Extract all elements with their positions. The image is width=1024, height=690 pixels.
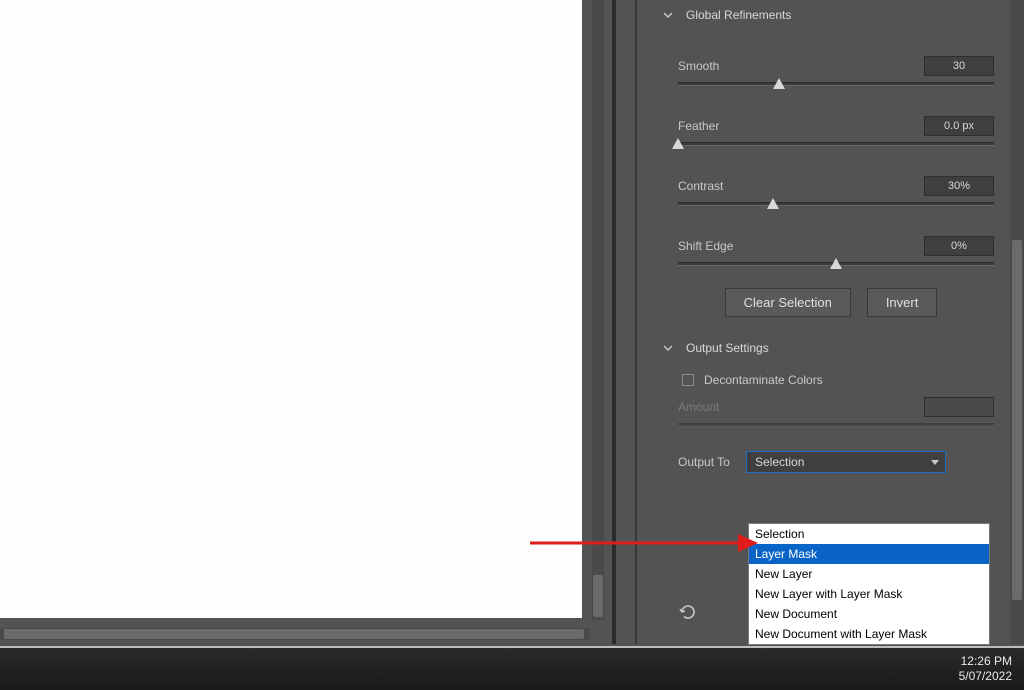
feather-value[interactable]: 0.0 px <box>924 116 994 136</box>
shift-edge-slider[interactable] <box>678 262 994 266</box>
shift-edge-value[interactable]: 0% <box>924 236 994 256</box>
amount-slider <box>678 423 994 427</box>
panel-divider <box>635 0 637 644</box>
feather-slider[interactable] <box>678 142 994 146</box>
taskbar-time: 12:26 PM <box>959 654 1012 669</box>
taskbar[interactable]: 12:26 PM 5/07/2022 <box>0 646 1024 690</box>
panel-scrollbar[interactable] <box>1010 0 1024 644</box>
scrollbar-thumb[interactable] <box>593 575 603 617</box>
dropdown-option[interactable]: New Document with Layer Mask <box>749 624 989 644</box>
slider-thumb[interactable] <box>672 138 684 149</box>
panel-divider[interactable] <box>612 0 616 644</box>
decontaminate-colors-checkbox[interactable]: Decontaminate Colors <box>682 373 1024 387</box>
smooth-slider[interactable] <box>678 82 994 86</box>
output-settings-header[interactable]: Output Settings <box>638 333 1024 363</box>
amount-label: Amount <box>678 400 719 414</box>
canvas[interactable] <box>0 0 582 618</box>
dropdown-option[interactable]: New Layer <box>749 564 989 584</box>
contrast-control: Contrast 30% <box>678 176 994 206</box>
section-title: Global Refinements <box>686 8 791 22</box>
slider-thumb[interactable] <box>767 198 779 209</box>
canvas-area <box>0 0 604 644</box>
contrast-slider[interactable] <box>678 202 994 206</box>
taskbar-clock[interactable]: 12:26 PM 5/07/2022 <box>959 654 1012 684</box>
dropdown-option[interactable]: New Document <box>749 604 989 624</box>
chevron-down-icon <box>931 460 939 465</box>
output-to-dropdown[interactable]: SelectionLayer MaskNew LayerNew Layer wi… <box>748 523 990 645</box>
output-to-label: Output To <box>678 455 746 469</box>
canvas-scrollbar-vertical[interactable] <box>592 0 604 620</box>
canvas-scrollbar-horizontal[interactable] <box>0 628 590 640</box>
output-to-select[interactable]: Selection <box>746 451 946 473</box>
feather-label: Feather <box>678 119 719 133</box>
dropdown-option[interactable]: Layer Mask <box>749 544 989 564</box>
shift-edge-control: Shift Edge 0% <box>678 236 994 266</box>
contrast-label: Contrast <box>678 179 723 193</box>
select-value: Selection <box>755 455 804 469</box>
dropdown-option[interactable]: New Layer with Layer Mask <box>749 584 989 604</box>
feather-control: Feather 0.0 px <box>678 116 994 146</box>
smooth-label: Smooth <box>678 59 719 73</box>
checkbox-icon[interactable] <box>682 374 694 386</box>
section-title: Output Settings <box>686 341 769 355</box>
contrast-value[interactable]: 30% <box>924 176 994 196</box>
invert-button[interactable]: Invert <box>867 288 938 317</box>
smooth-control: Smooth 30 <box>678 56 994 86</box>
clear-selection-button[interactable]: Clear Selection <box>725 288 851 317</box>
smooth-value[interactable]: 30 <box>924 56 994 76</box>
checkbox-label: Decontaminate Colors <box>704 373 823 387</box>
slider-thumb[interactable] <box>830 258 842 269</box>
reset-button[interactable] <box>678 602 698 622</box>
dropdown-option[interactable]: Selection <box>749 524 989 544</box>
scrollbar-thumb[interactable] <box>1012 240 1022 600</box>
amount-value <box>924 397 994 417</box>
shift-edge-label: Shift Edge <box>678 239 733 253</box>
global-refinements-header[interactable]: Global Refinements <box>638 0 1024 30</box>
chevron-down-icon <box>662 9 674 21</box>
scrollbar-thumb[interactable] <box>4 629 584 639</box>
taskbar-date: 5/07/2022 <box>959 669 1012 684</box>
chevron-down-icon <box>662 342 674 354</box>
slider-thumb[interactable] <box>773 78 785 89</box>
amount-control: Amount <box>678 397 994 427</box>
